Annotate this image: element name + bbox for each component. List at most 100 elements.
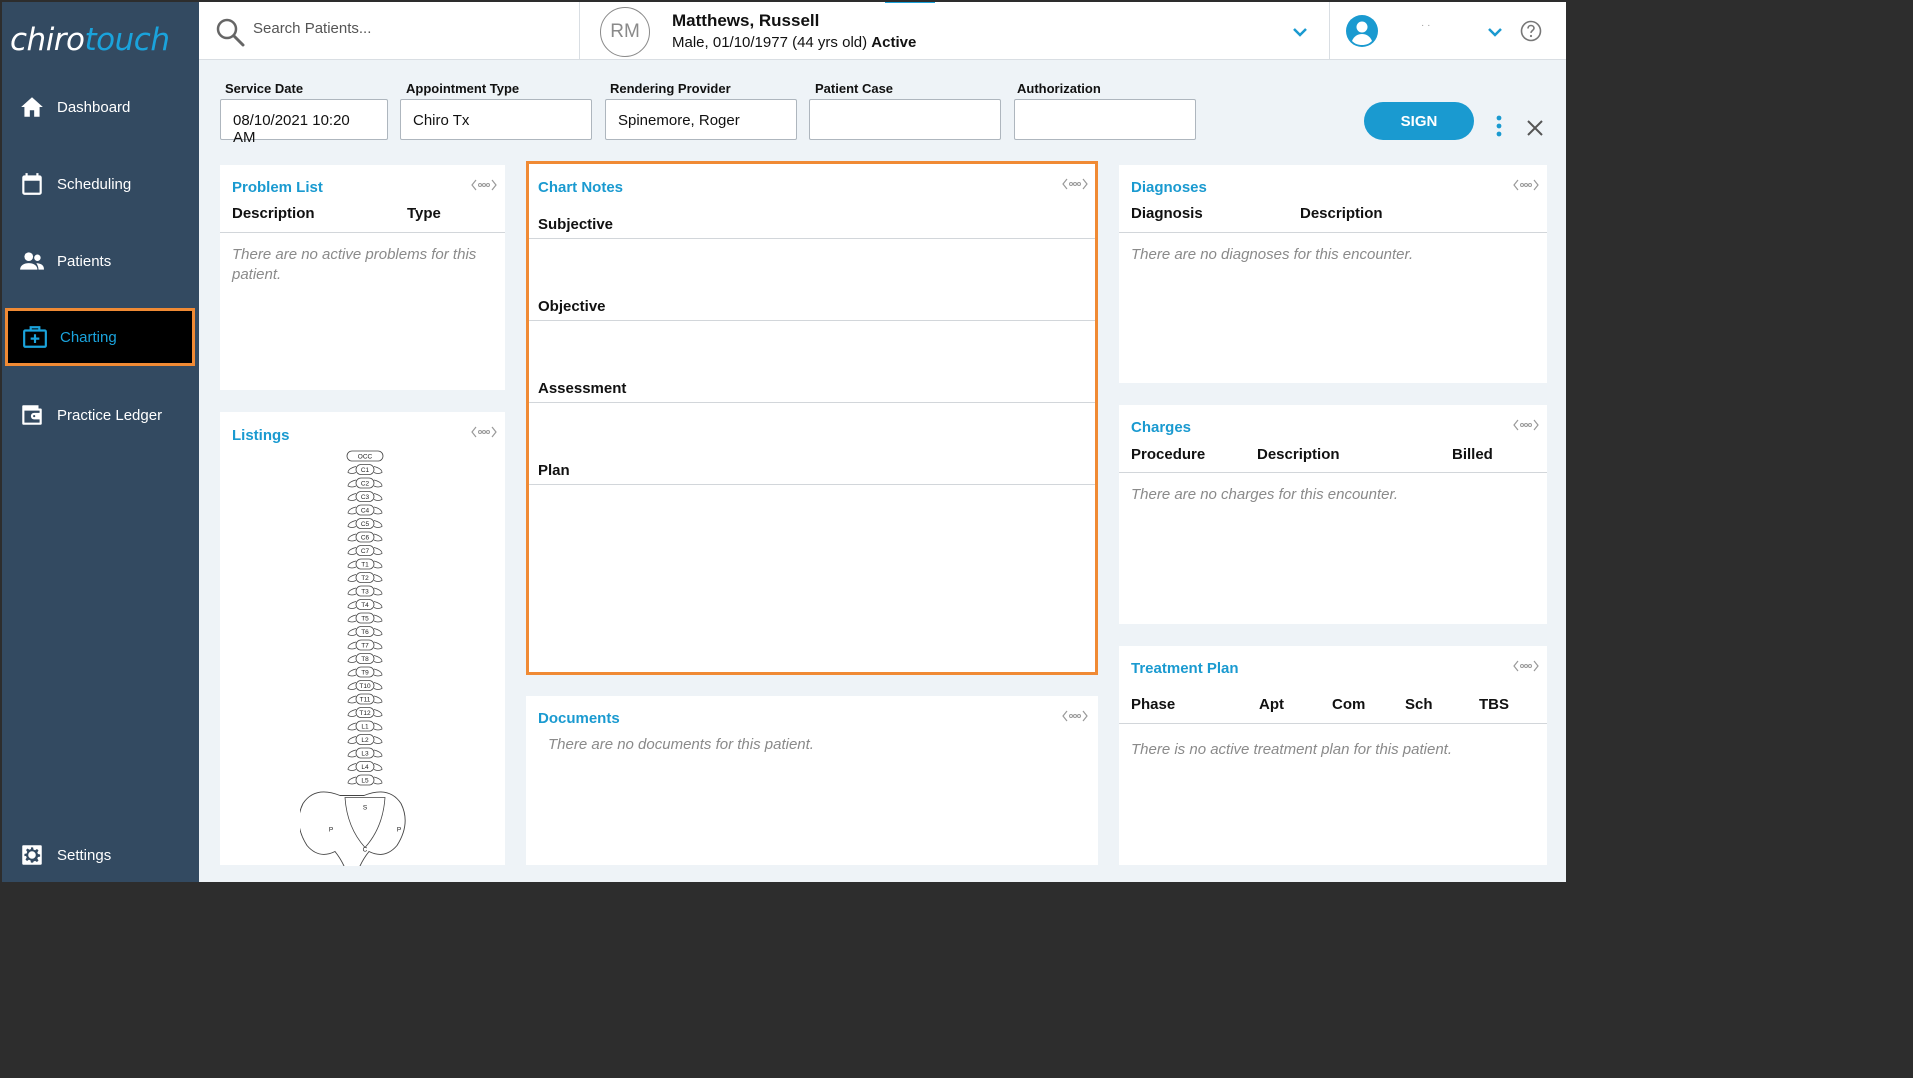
patient-demographics: Male, 01/10/1977 (44 yrs old) <box>672 34 868 51</box>
charges-panel: Charges Procedure Description Billed The… <box>1119 405 1547 624</box>
expand-panel-icon[interactable] <box>1062 709 1088 723</box>
vertebra-t1[interactable]: T1 <box>347 558 383 570</box>
vertebra-label: L2 <box>361 737 369 744</box>
sidebar-item-label: Patients <box>57 252 112 270</box>
column-header-phase: Phase <box>1131 696 1176 713</box>
vertebra-l3[interactable]: L3 <box>347 747 383 759</box>
section-assessment[interactable]: Assessment <box>538 380 626 397</box>
user-avatar-icon[interactable] <box>1346 15 1378 47</box>
authorization-field[interactable] <box>1014 99 1196 140</box>
vertebra-l1[interactable]: L1 <box>347 720 383 732</box>
column-header-description: Description <box>232 205 315 222</box>
more-options-icon[interactable] <box>1489 115 1509 141</box>
divider <box>529 238 1095 239</box>
sidebar-item-settings[interactable]: Settings <box>5 826 195 882</box>
divider <box>1119 472 1547 473</box>
vertebra-c1[interactable]: C1 <box>347 464 383 475</box>
sidebar-item-scheduling[interactable]: Scheduling <box>5 155 195 213</box>
vertebra-t8[interactable]: T8 <box>347 653 383 664</box>
pelvis-label: S <box>363 805 368 812</box>
expand-panel-icon[interactable] <box>1062 177 1088 191</box>
vertebra-c3[interactable]: C3 <box>347 491 383 502</box>
sign-button[interactable]: SIGN <box>1364 102 1474 140</box>
authorization-label: Authorization <box>1017 81 1101 96</box>
sidebar-item-practice-ledger[interactable]: Practice Ledger <box>5 386 195 444</box>
vertebra-t4[interactable]: T4 <box>347 599 383 610</box>
vertebra-label: L4 <box>361 764 369 771</box>
vertebra-t3[interactable]: T3 <box>347 585 383 597</box>
vertebra-c5[interactable]: C5 <box>347 518 383 529</box>
sidebar-item-patients[interactable]: Patients <box>5 232 195 290</box>
vertebra-c2[interactable]: C2 <box>347 477 383 489</box>
medical-kit-icon <box>10 324 60 350</box>
vertebra-t10[interactable]: T10 <box>347 680 383 691</box>
vertebra-t5[interactable]: T5 <box>347 612 383 624</box>
rendering-provider-field[interactable]: Spinemore, Roger <box>605 99 797 140</box>
vertebra-label: T7 <box>361 643 369 650</box>
documents-title: Documents <box>538 710 620 727</box>
sidebar-item-label: Dashboard <box>57 98 131 116</box>
section-plan[interactable]: Plan <box>538 462 570 479</box>
expand-panel-icon[interactable] <box>471 425 497 439</box>
search-patients-input[interactable] <box>253 20 553 37</box>
chevron-down-icon[interactable] <box>1486 23 1504 41</box>
vertebra-t7[interactable]: T7 <box>347 639 383 651</box>
vertebra-occ[interactable]: OCC <box>346 450 384 462</box>
chirotouch-logo[interactable]: chirotouch <box>10 22 170 58</box>
close-icon[interactable] <box>1525 118 1545 138</box>
expand-panel-icon[interactable] <box>1513 418 1539 432</box>
vertebra-l4[interactable]: L4 <box>347 761 383 772</box>
vertebra-label: T9 <box>361 670 369 677</box>
service-date-field[interactable]: 08/10/2021 10:20 AM <box>220 99 388 146</box>
vertebra-t6[interactable]: T6 <box>347 626 383 637</box>
vertebra-c7[interactable]: C7 <box>347 545 383 556</box>
vertebra-t11[interactable]: T11 <box>347 693 383 705</box>
sidebar-item-charting[interactable]: Charting <box>5 308 195 366</box>
appointment-type-label: Appointment Type <box>406 81 520 96</box>
vertebra-t9[interactable]: T9 <box>347 666 383 678</box>
diagnoses-panel: Diagnoses Diagnosis Description There ar… <box>1119 165 1547 383</box>
appointment-type-field[interactable]: Chiro Tx <box>400 99 592 140</box>
column-header-billed: Billed <box>1452 446 1493 463</box>
spine-diagram[interactable]: OCC C1 C2 C3 C4 C5 C6 C7 T1 T2 T3 T4 T5 T6 T7 T8 T9 T10 T1… <box>300 448 430 866</box>
vertebra-c6[interactable]: C6 <box>347 531 383 543</box>
expand-panel-icon[interactable] <box>471 178 497 192</box>
column-header-tbs: TBS <box>1479 696 1509 713</box>
diagnoses-title: Diagnoses <box>1131 179 1207 196</box>
column-header-com: Com <box>1332 696 1366 713</box>
patient-avatar[interactable]: RM <box>600 7 650 57</box>
vertebra-t12[interactable]: T12 <box>347 707 383 718</box>
pelvis-label: P <box>397 827 401 834</box>
expand-panel-icon[interactable] <box>1513 659 1539 673</box>
divider <box>220 232 505 233</box>
vertebra-label: OCC <box>358 454 373 461</box>
expand-panel-icon[interactable] <box>1513 178 1539 192</box>
vertebra-label: L5 <box>361 778 369 785</box>
vertebra-c4[interactable]: C4 <box>347 504 383 516</box>
documents-panel: Documents There are no documents for thi… <box>526 696 1098 865</box>
search-icon[interactable] <box>215 17 245 47</box>
section-objective[interactable]: Objective <box>538 298 606 315</box>
vertebra-label: C4 <box>361 508 370 515</box>
gear-icon <box>7 842 57 868</box>
sidebar-item-dashboard[interactable]: Dashboard <box>5 78 195 136</box>
pelvis-label: C <box>363 847 368 854</box>
vertebra-label: C1 <box>361 467 370 474</box>
vertebra-label: C6 <box>361 535 370 542</box>
patient-case-field[interactable] <box>809 99 1001 140</box>
listings-title: Listings <box>232 427 290 444</box>
vertebra-t2[interactable]: T2 <box>347 572 383 583</box>
help-icon[interactable] <box>1520 20 1542 42</box>
vertebra-label: C5 <box>361 521 370 528</box>
chevron-down-icon[interactable] <box>1291 23 1309 41</box>
sidebar-item-label: Settings <box>57 846 112 864</box>
vertebra-label: T2 <box>361 575 369 582</box>
vertebra-l2[interactable]: L2 <box>347 734 383 745</box>
column-header-diagnosis: Diagnosis <box>1131 205 1203 222</box>
documents-empty-message: There are no documents for this patient. <box>548 736 814 753</box>
vertebra-l5[interactable]: L5 <box>347 774 383 786</box>
divider <box>1119 232 1547 233</box>
vertebra-label: T4 <box>361 602 369 609</box>
section-subjective[interactable]: Subjective <box>538 216 613 233</box>
divider <box>529 402 1095 403</box>
